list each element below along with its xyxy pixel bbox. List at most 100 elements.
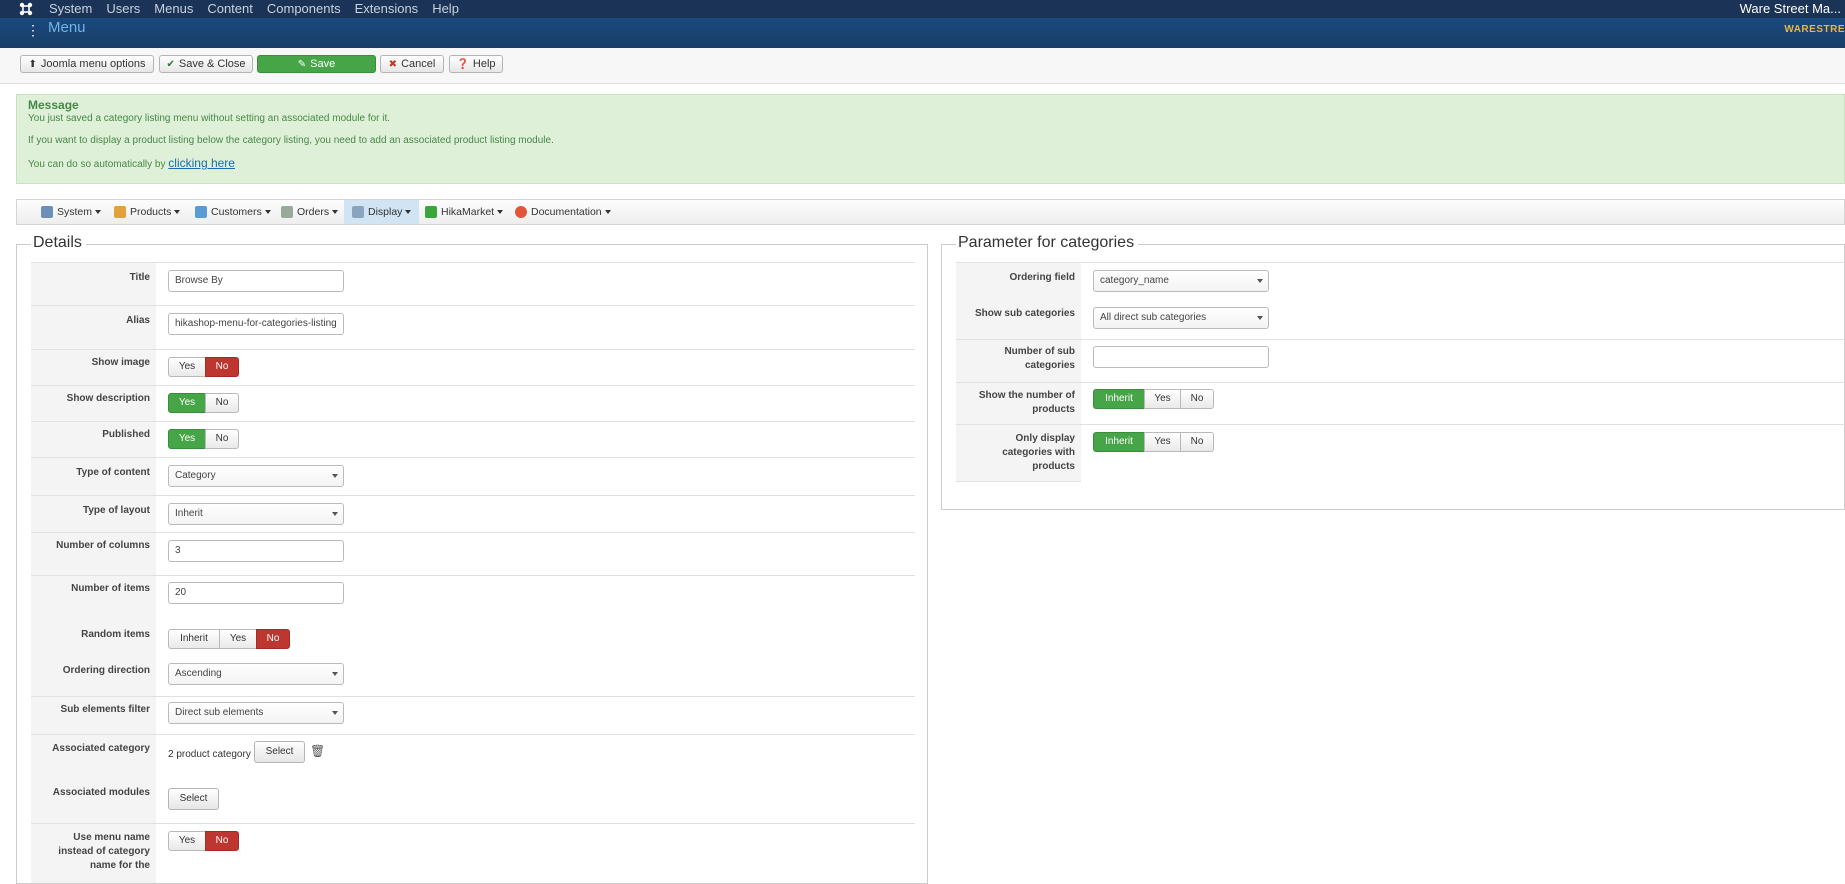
menu-users[interactable]: Users [106,0,140,18]
hikamarket-icon [425,206,437,218]
show-sub-select[interactable]: All direct sub categories [1093,307,1269,329]
published-row: Published Yes No [31,421,915,457]
title-label: Title [31,263,156,305]
menu-help[interactable]: Help [432,0,459,18]
hikamenu-system[interactable]: System [41,200,102,224]
show-description-row: Show description Yes No [31,385,915,421]
hikamenu-documentation[interactable]: Documentation [515,200,611,224]
show-description-label: Show description [31,386,156,421]
orders-icon [281,206,293,218]
joomla-menu-options-button[interactable]: ⬆ Joomla menu options [20,55,154,73]
menu-components[interactable]: Components [267,0,341,18]
show-image-label: Show image [31,350,156,385]
ordering-direction-label: Ordering direction [31,658,156,696]
num-sub-row: Number of sub categories [956,339,1845,382]
cancel-icon: ✖ [388,58,398,70]
show-number-yes[interactable]: Yes [1144,389,1181,409]
random-items-inherit[interactable]: Inherit [168,629,220,649]
ordering-field-row: Ordering field category_name [956,262,1845,300]
only-display-row: Only display categories with products In… [956,424,1845,481]
clicking-here-link[interactable]: clicking here [168,156,235,170]
admin-menu: System Users Menus Content Components Ex… [49,0,473,18]
message-line: If you want to display a product listing… [28,135,554,146]
type-content-select[interactable]: Category [168,465,344,487]
show-image-row: Show image Yes No [31,349,915,385]
show-sub-row: Show sub categories All direct sub categ… [956,300,1845,339]
random-items-toggle: Inherit Yes No [168,629,290,649]
sub-elements-label: Sub elements filter [31,697,156,734]
chevron-down-icon [332,711,338,715]
details-legend: Details [31,234,86,252]
chevron-down-icon [332,512,338,516]
alias-input[interactable]: hikashop-menu-for-categories-listing [168,313,344,335]
num-items-input[interactable]: 20 [168,582,344,604]
show-number-inherit[interactable]: Inherit [1093,389,1145,409]
hikamenu-orders[interactable]: Orders [281,200,339,224]
check-icon: ✔ [166,58,175,70]
published-no[interactable]: No [205,429,239,449]
parameters-form: Ordering field category_name Show sub ca… [956,262,1845,502]
show-description-yes[interactable]: Yes [168,393,206,413]
save-button[interactable]: ✎ Save [257,55,376,73]
joomla-logo-icon[interactable] [18,1,34,17]
show-image-no[interactable]: No [205,357,239,377]
only-display-label: Only display categories with products [956,425,1081,481]
assoc-category-row: Associated category 2 product category S… [31,734,915,778]
title-input[interactable]: Browse By [168,270,344,292]
hikamenu-products[interactable]: Products [114,200,181,224]
only-display-no[interactable]: No [1180,432,1214,452]
only-display-inherit[interactable]: Inherit [1093,432,1145,452]
random-items-no[interactable]: No [256,629,290,649]
alias-label: Alias [31,306,156,349]
hikamenu-display[interactable]: Display [344,200,420,224]
only-display-yes[interactable]: Yes [1144,432,1181,452]
ordering-field-select[interactable]: category_name [1093,270,1269,292]
help-icon: ❓ [456,58,469,70]
cancel-button[interactable]: ✖ Cancel [380,55,444,73]
num-columns-label: Number of columns [31,533,156,575]
show-image-yes[interactable]: Yes [168,357,206,377]
hikamenu-customers[interactable]: Customers [195,200,271,224]
help-button[interactable]: ❓ Help [449,55,503,73]
show-description-no[interactable]: No [205,393,239,413]
num-columns-input[interactable]: 3 [168,540,344,562]
sub-elements-select[interactable]: Direct sub elements [168,702,344,724]
chevron-down-icon [332,474,338,478]
tools-icon [41,206,53,218]
chevron-down-icon [1257,279,1263,283]
num-sub-label: Number of sub categories [956,340,1081,382]
menu-extensions[interactable]: Extensions [355,0,419,18]
parameters-legend: Parameter for categories [956,234,1139,252]
show-number-toggle: Inherit Yes No [1093,389,1214,409]
menu-content[interactable]: Content [207,0,253,18]
save-close-button[interactable]: ✔ Save & Close [159,55,253,73]
hikamenu-hikamarket[interactable]: HikaMarket [425,200,504,224]
type-layout-select[interactable]: Inherit [168,503,344,525]
customers-icon [195,206,207,218]
show-number-no[interactable]: No [1180,389,1214,409]
use-menu-name-yes[interactable]: Yes [168,831,206,851]
alias-row: Alias hikashop-menu-for-categories-listi… [31,305,915,349]
site-name-link[interactable]: Ware Street Ma... [1740,0,1841,18]
num-sub-input[interactable] [1093,346,1269,368]
published-yes[interactable]: Yes [168,429,206,449]
ordering-direction-select[interactable]: Ascending [168,663,344,685]
trash-icon[interactable]: 🗑 [310,744,325,758]
use-menu-name-no[interactable]: No [205,831,239,851]
ordering-direction-row: Ordering direction Ascending [31,658,915,696]
only-display-toggle: Inherit Yes No [1093,432,1214,452]
chevron-down-icon [332,672,338,676]
published-label: Published [31,422,156,457]
details-fieldset: Details Title Browse By Alias hikashop-m… [16,234,928,884]
menu-menus[interactable]: Menus [154,0,193,18]
brand-logo: WARESTRE [1784,24,1845,35]
assoc-modules-select-button[interactable]: Select [168,788,219,810]
assoc-category-value: 2 product category [168,749,251,760]
ordering-field-label: Ordering field [956,263,1081,300]
num-columns-row: Number of columns 3 [31,532,915,575]
assoc-modules-label: Associated modules [31,778,156,823]
random-items-yes[interactable]: Yes [219,629,257,649]
assoc-category-select-button[interactable]: Select [254,741,305,763]
menu-system[interactable]: System [49,0,92,18]
published-toggle: Yes No [168,429,239,449]
